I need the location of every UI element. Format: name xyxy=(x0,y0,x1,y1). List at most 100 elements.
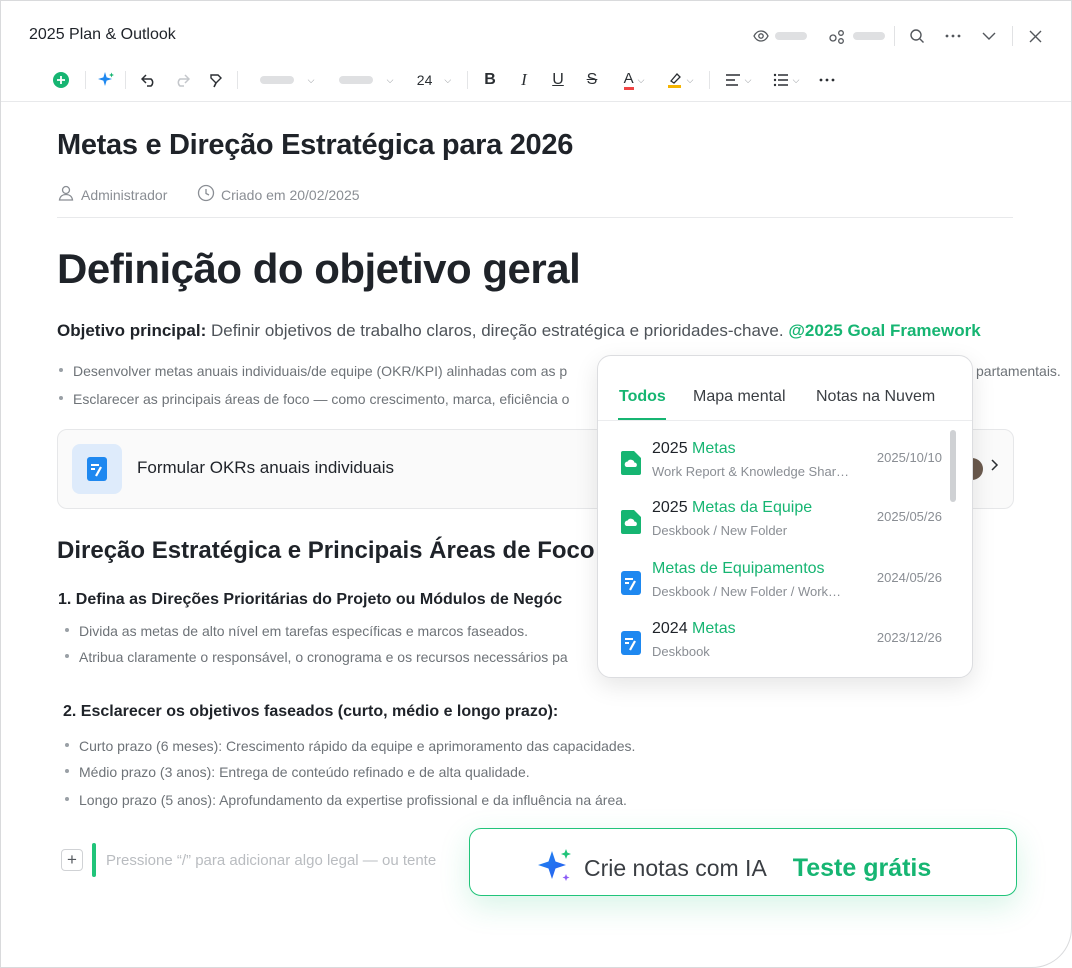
main-objective-label: Objetivo principal: xyxy=(57,321,207,340)
item-date: 2025/05/26 xyxy=(876,509,942,524)
cta-content: Crie notas com IA Teste grátis xyxy=(536,847,931,890)
item-path: Deskbook / New Folder xyxy=(652,523,788,538)
chevron-right-icon[interactable] xyxy=(991,458,999,474)
list-item[interactable]: 2025 Metas da Equipe Deskbook / New Fold… xyxy=(598,497,972,553)
undo-icon[interactable] xyxy=(139,69,159,91)
ai-sparkle-icon xyxy=(536,847,574,890)
list-item[interactable]: 2025 Metas Work Report & Knowledge Shar…… xyxy=(598,438,972,494)
viewers-placeholder xyxy=(775,32,807,40)
section-2-title[interactable]: 2. Esclarecer os objetivos faseados (cur… xyxy=(63,703,558,721)
item-path: Work Report & Knowledge Shar… xyxy=(652,464,850,479)
font-size-value: 24 xyxy=(416,72,433,88)
item-path: Deskbook / New Folder / Work… xyxy=(652,584,842,599)
created-meta: Criado em 20/02/2025 xyxy=(197,184,360,205)
divider xyxy=(1012,26,1013,46)
item-date: 2023/12/26 xyxy=(876,630,942,645)
tab-cloud-notes[interactable]: Notas na Nuvem xyxy=(816,388,935,406)
cloud-doc-icon xyxy=(621,451,641,475)
created-date: Criado em 20/02/2025 xyxy=(221,186,360,203)
try-free-link[interactable]: Teste grátis xyxy=(793,854,931,883)
list-item[interactable]: 2024 Metas Deskbook 2023/12/26 xyxy=(598,618,972,674)
item-date: 2025/10/10 xyxy=(876,450,942,465)
item-path: Deskbook xyxy=(652,644,710,659)
author-name: Administrador xyxy=(81,186,168,203)
list-item[interactable]: Divida as metas de alto nível em tarefas… xyxy=(65,623,528,639)
font-size-select[interactable]: 24 ⌵ xyxy=(412,69,456,91)
list-item[interactable]: Curto prazo (6 meses): Crescimento rápid… xyxy=(65,738,635,754)
clock-icon xyxy=(197,184,221,205)
redo-icon[interactable] xyxy=(172,69,192,91)
item-title: 2025 Metas da Equipe xyxy=(652,499,813,516)
list-item[interactable]: Esclarecer as principais áreas de foco —… xyxy=(59,391,569,407)
font-color-button[interactable]: A ⌵ xyxy=(617,69,651,91)
tab-mind-map[interactable]: Mapa mental xyxy=(693,388,786,406)
item-title: Metas de Equipamentos xyxy=(652,560,825,577)
align-left-icon[interactable]: ⌵ xyxy=(721,69,755,91)
empty-block[interactable]: + Pressione “/” para adicionar algo lega… xyxy=(61,843,436,877)
divider xyxy=(125,71,126,89)
app-window: 2025 Plan & Outlook ⌵ ⌵ 24 ⌵ B I U S A ⌵… xyxy=(0,0,1072,968)
plus-icon[interactable]: + xyxy=(61,849,83,871)
active-tab-indicator xyxy=(618,418,666,420)
highlight-color-button[interactable]: ⌵ xyxy=(663,69,697,91)
tab-all[interactable]: Todos xyxy=(619,388,666,406)
ai-cta-banner[interactable]: Crie notas com IA Teste grátis xyxy=(469,828,1017,896)
divider xyxy=(894,26,895,46)
item-date: 2024/05/26 xyxy=(876,570,942,585)
list-icon[interactable]: ⌵ xyxy=(769,69,803,91)
note-doc-icon xyxy=(621,571,641,595)
cursor-indicator xyxy=(92,843,96,877)
heading-1[interactable]: Definição do objetivo geral xyxy=(57,245,581,293)
user-icon xyxy=(57,184,81,205)
bold-button[interactable]: B xyxy=(481,69,499,91)
format-painter-icon[interactable] xyxy=(206,69,226,91)
block-placeholder[interactable]: Pressione “/” para adicionar algo legal … xyxy=(106,852,436,869)
underline-button[interactable]: U xyxy=(549,69,567,91)
item-title: 2024 Metas xyxy=(652,620,736,637)
list-item[interactable]: Atribua claramente o responsável, o cron… xyxy=(65,649,568,665)
author-meta: Administrador xyxy=(57,184,167,205)
italic-button[interactable]: I xyxy=(515,69,533,91)
scrollbar[interactable] xyxy=(950,430,956,502)
list-item[interactable]: Metas de Equipamentos Deskbook / New Fol… xyxy=(598,558,972,614)
divider xyxy=(57,217,1013,218)
note-doc-icon xyxy=(621,631,641,655)
divider xyxy=(237,71,238,89)
strikethrough-button[interactable]: S xyxy=(583,69,601,91)
format-toolbar: ⌵ ⌵ 24 ⌵ B I U S A ⌵ ⌵ ⌵ ⌵ xyxy=(1,57,1071,102)
divider xyxy=(467,71,468,89)
list-item[interactable]: Médio prazo (3 anos): Entrega de conteúd… xyxy=(65,764,530,780)
style-select[interactable]: ⌵ xyxy=(256,69,318,91)
document-title[interactable]: Metas e Direção Estratégica para 2026 xyxy=(57,129,573,162)
cloud-doc-icon xyxy=(621,510,641,534)
mention-popup: Todos Mapa mental Notas na Nuvem 2025 Me… xyxy=(597,355,973,678)
divider xyxy=(85,71,86,89)
divider xyxy=(709,71,710,89)
card-title: Formular OKRs anuais individuais xyxy=(137,458,394,477)
note-doc-icon xyxy=(72,444,122,494)
more-icon[interactable] xyxy=(817,69,837,91)
chevron-down-icon[interactable] xyxy=(978,25,1000,47)
list-item[interactable]: Desenvolver metas anuais individuais/de … xyxy=(59,363,567,379)
main-objective-paragraph[interactable]: Objetivo principal: Definir objetivos de… xyxy=(57,321,981,341)
cta-text: Crie notas com IA xyxy=(584,855,767,881)
font-color-label: A xyxy=(623,70,634,90)
item-title: 2025 Metas xyxy=(652,440,736,457)
section-1-title[interactable]: 1. Defina as Direções Prioritárias do Pr… xyxy=(58,591,562,609)
share-icon[interactable] xyxy=(826,26,848,48)
more-icon[interactable] xyxy=(942,25,964,47)
title-bar: 2025 Plan & Outlook xyxy=(1,1,1071,57)
mention-link[interactable]: @2025 Goal Framework xyxy=(788,321,980,340)
list-item[interactable]: Longo prazo (5 anos): Aprofundamento da … xyxy=(65,792,627,808)
close-icon[interactable] xyxy=(1024,25,1046,47)
app-title: 2025 Plan & Outlook xyxy=(29,26,176,43)
font-select[interactable]: ⌵ xyxy=(335,69,397,91)
ai-sparkle-icon[interactable] xyxy=(95,69,117,91)
heading-2[interactable]: Direção Estratégica e Principais Áreas d… xyxy=(57,537,595,565)
add-block-button[interactable] xyxy=(51,69,71,91)
eye-icon[interactable] xyxy=(750,25,772,47)
popup-tabs: Todos Mapa mental Notas na Nuvem xyxy=(598,356,972,421)
collaborators-placeholder xyxy=(853,32,885,40)
list-item-tail: partamentais. xyxy=(976,363,1061,379)
search-icon[interactable] xyxy=(906,25,928,47)
